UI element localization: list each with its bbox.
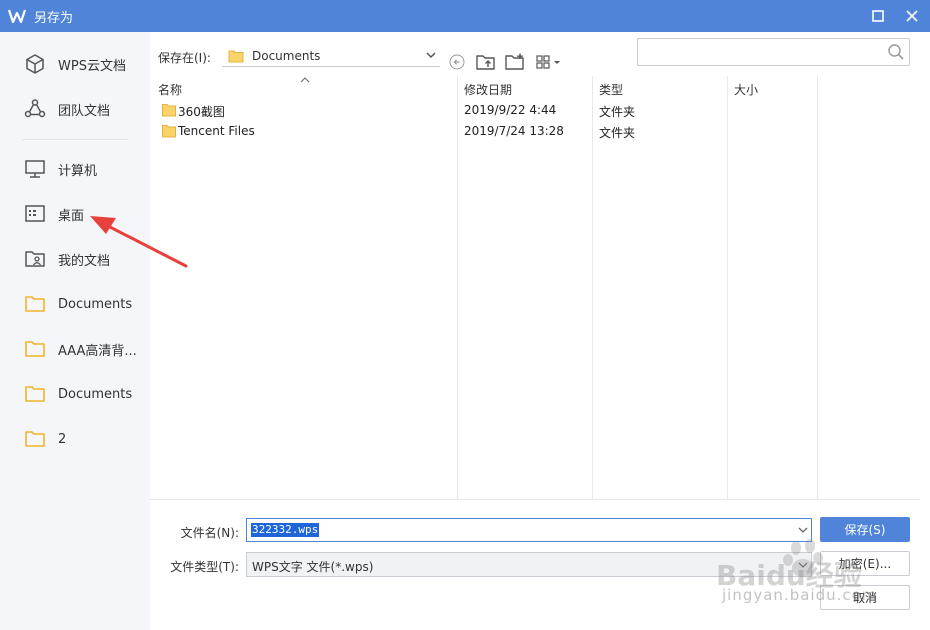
filetype-label: 文件类型(T): — [170, 560, 239, 574]
current-path: Documents — [252, 48, 321, 63]
new-folder-button[interactable] — [505, 53, 525, 71]
file-name: 360截图 — [178, 105, 225, 119]
filetype-value: WPS文字 文件(*.wps) — [252, 560, 374, 574]
save-location-select[interactable]: Documents — [222, 45, 440, 67]
sidebar-divider — [22, 139, 128, 140]
file-modified: 2019/9/22 4:44 — [464, 103, 557, 117]
file-type: 文件夹 — [599, 126, 636, 140]
sidebar-item-label: 我的文档 — [58, 253, 111, 269]
watermark-url: jingyan.baidu.com — [722, 586, 878, 604]
sidebar-item-my-documents[interactable]: 我的文档 — [0, 241, 150, 277]
search-input[interactable] — [637, 38, 910, 66]
sidebar-item-label: WPS云文档 — [58, 58, 126, 74]
desktop-icon — [23, 202, 47, 226]
close-icon[interactable] — [896, 0, 928, 32]
search-icon[interactable] — [887, 43, 905, 64]
sidebar-item-wps-cloud[interactable]: WPS云文档 — [0, 46, 150, 82]
sidebar-item-label: 桌面 — [58, 208, 85, 224]
sidebar: WPS云文档 团队文档 计算机 桌面 我的文档 Documents AAA高清背… — [0, 32, 150, 630]
file-modified: 2019/7/24 13:28 — [464, 124, 564, 138]
column-header-name[interactable]: 名称 — [158, 81, 182, 98]
sidebar-item-label: 计算机 — [58, 163, 98, 179]
filename-label: 文件名(N): — [180, 526, 239, 540]
filename-value: 322332.wps — [251, 523, 320, 537]
folder-icon — [162, 103, 176, 120]
folder-icon — [228, 49, 244, 63]
folder-icon — [23, 427, 47, 451]
sidebar-item-label: AAA高清背... — [58, 343, 137, 359]
file-list: 名称 修改日期 类型 大小 360截图 2019/9/22 4:44 文件夹 T… — [150, 76, 920, 500]
table-row[interactable]: 360截图 2019/9/22 4:44 文件夹 — [150, 100, 920, 121]
sidebar-item-aaa-wallpaper[interactable]: AAA高清背... — [0, 331, 150, 367]
sidebar-item-documents-2[interactable]: Documents — [0, 376, 150, 412]
up-folder-button[interactable] — [476, 53, 496, 71]
table-row[interactable]: Tencent Files 2019/7/24 13:28 文件夹 — [150, 121, 920, 142]
sidebar-item-team-docs[interactable]: 团队文档 — [0, 91, 150, 127]
user-folder-icon — [23, 247, 47, 271]
wps-w-logo-icon — [0, 0, 34, 32]
file-type: 文件夹 — [599, 105, 636, 119]
save-in-label: 保存在(I): — [158, 51, 211, 65]
file-name: Tencent Files — [178, 124, 255, 138]
cloud-box-icon — [23, 52, 47, 76]
window-title: 另存为 — [34, 10, 74, 26]
column-header-size[interactable]: 大小 — [734, 81, 758, 98]
chevron-down-icon[interactable] — [424, 48, 438, 65]
back-button[interactable] — [449, 54, 465, 70]
folder-icon — [23, 292, 47, 316]
sidebar-item-label: 团队文档 — [58, 103, 111, 119]
team-icon — [23, 97, 47, 121]
monitor-icon — [23, 157, 47, 181]
sidebar-item-documents-1[interactable]: Documents — [0, 286, 150, 322]
sidebar-item-label: Documents — [58, 296, 133, 312]
title-bar: 另存为 — [0, 0, 930, 32]
folder-icon — [162, 124, 176, 141]
folder-icon — [23, 337, 47, 361]
sidebar-item-label: Documents — [58, 386, 133, 402]
sidebar-item-2[interactable]: 2 — [0, 421, 150, 457]
folder-icon — [23, 382, 47, 406]
sidebar-item-computer[interactable]: 计算机 — [0, 151, 150, 187]
column-header-modified[interactable]: 修改日期 — [464, 81, 512, 98]
column-header-type[interactable]: 类型 — [599, 81, 623, 98]
sidebar-item-desktop[interactable]: 桌面 — [0, 196, 150, 232]
maximize-icon[interactable] — [862, 0, 894, 32]
view-mode-button[interactable] — [536, 55, 562, 69]
sidebar-item-label: 2 — [58, 431, 67, 447]
